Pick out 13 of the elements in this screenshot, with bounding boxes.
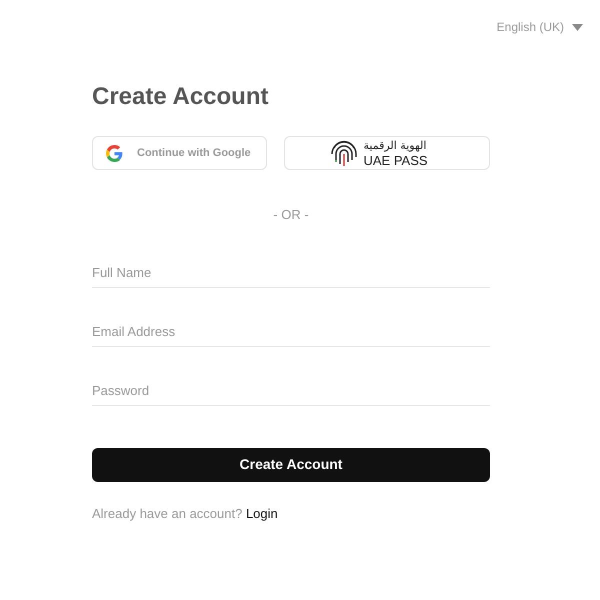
input-field[interactable]: Full Name (92, 258, 490, 288)
login-link[interactable]: Login (246, 506, 278, 520)
create-account-button[interactable]: Create Account (92, 448, 490, 482)
login-prompt: Already have an account? Login (92, 504, 279, 523)
input-field[interactable]: Email Address (92, 318, 490, 346)
arabic-label: الهوية الرقمية (364, 140, 426, 150)
uae-pass-label: UAE PASS (364, 154, 428, 166)
input-field[interactable]: Password (92, 376, 490, 406)
or-divider: - OR - (273, 206, 309, 224)
page-title: Create Account (92, 82, 270, 112)
fingerprint-icon (330, 138, 358, 168)
google-logo-icon (106, 144, 123, 162)
dropdown-caret-icon (572, 24, 583, 30)
